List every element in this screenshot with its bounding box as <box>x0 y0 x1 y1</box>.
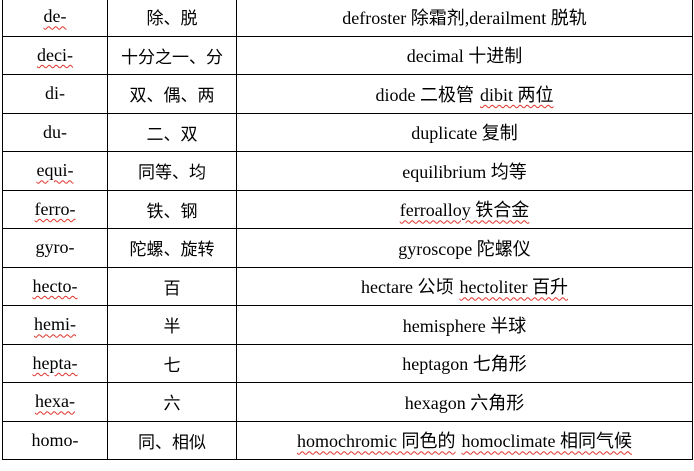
example-cell: equilibrium 均等 <box>236 151 693 191</box>
table-row: equi- 同等、均 equilibrium 均等 <box>2 151 693 191</box>
meaning-cell: 除、脱 <box>107 0 237 37</box>
example-cell: homochromic 同色的 homoclimate 相同气候 <box>236 420 693 460</box>
example-cell: heptagon 七角形 <box>236 343 693 383</box>
example-cell: duplicate 复制 <box>236 112 693 152</box>
meaning-cell: 七 <box>107 343 237 383</box>
meaning-cell: 同等、均 <box>107 151 237 191</box>
table-row: homo- 同、相似 homochromic 同色的 homoclimate 相同… <box>2 420 693 460</box>
example-cell: hemisphere 半球 <box>236 305 693 345</box>
prefix-cell: homo- <box>2 420 108 460</box>
meaning-cell: 陀螺、旋转 <box>107 228 237 268</box>
meaning-cell: 六 <box>107 382 237 422</box>
example-term: diode 二极管 <box>375 84 474 105</box>
prefix-cell: gyro- <box>2 228 108 268</box>
meaning-cell: 铁、钢 <box>107 189 237 229</box>
example-cell: hectare 公顷 hectoliter 百升 <box>236 266 693 306</box>
prefix-table: de- 除、脱 defroster 除霜剂,derailment 脱轨 deci… <box>2 0 693 460</box>
prefix-cell: hexa- <box>2 382 108 422</box>
table-row: gyro- 陀螺、旋转 gyroscope 陀螺仪 <box>2 228 693 268</box>
example-cell: hexagon 六角形 <box>236 382 693 422</box>
prefix-cell: hemi- <box>2 305 108 345</box>
table-row: hepta- 七 heptagon 七角形 <box>2 343 693 383</box>
example-cell: diode 二极管 dibit 两位 <box>236 74 693 114</box>
table-row: de- 除、脱 defroster 除霜剂,derailment 脱轨 <box>2 0 693 37</box>
prefix-cell: de- <box>2 0 108 37</box>
prefix-cell: hecto- <box>2 266 108 306</box>
meaning-cell: 百 <box>107 266 237 306</box>
meaning-cell: 同、相似 <box>107 420 237 460</box>
meaning-cell: 十分之一、分 <box>107 35 237 75</box>
prefix-cell: deci- <box>2 35 108 75</box>
table-row: hecto- 百 hectare 公顷 hectoliter 百升 <box>2 266 693 306</box>
example-term-2: hectoliter 百升 <box>459 277 568 298</box>
table-row: ferro- 铁、钢 ferroalloy 铁合金 <box>2 189 693 229</box>
example-cell: defroster 除霜剂,derailment 脱轨 <box>236 0 693 37</box>
example-cell: ferroalloy 铁合金 <box>236 189 693 229</box>
meaning-cell: 半 <box>107 305 237 345</box>
meaning-cell: 双、偶、两 <box>107 74 237 114</box>
table-row: hemi- 半 hemisphere 半球 <box>2 305 693 345</box>
example-term: homochromic 同色的 <box>297 431 456 452</box>
prefix-cell: hepta- <box>2 343 108 383</box>
example-term-2: dibit 两位 <box>479 84 554 105</box>
example-cell: decimal 十进制 <box>236 35 693 75</box>
prefix-cell: equi- <box>2 151 108 191</box>
prefix-cell: du- <box>2 112 108 152</box>
table-row: hexa- 六 hexagon 六角形 <box>2 382 693 422</box>
prefix-table-body: de- 除、脱 defroster 除霜剂,derailment 脱轨 deci… <box>2 0 693 460</box>
example-cell: gyroscope 陀螺仪 <box>236 228 693 268</box>
meaning-cell: 二、双 <box>107 112 237 152</box>
example-term-2: homoclimate 相同气候 <box>461 431 632 452</box>
table-row: deci- 十分之一、分 decimal 十进制 <box>2 35 693 75</box>
prefix-cell: ferro- <box>2 189 108 229</box>
table-row: di- 双、偶、两 diode 二极管 dibit 两位 <box>2 74 693 114</box>
table-row: du- 二、双 duplicate 复制 <box>2 112 693 152</box>
example-term: hectare 公顷 <box>361 277 454 298</box>
prefix-cell: di- <box>2 74 108 114</box>
